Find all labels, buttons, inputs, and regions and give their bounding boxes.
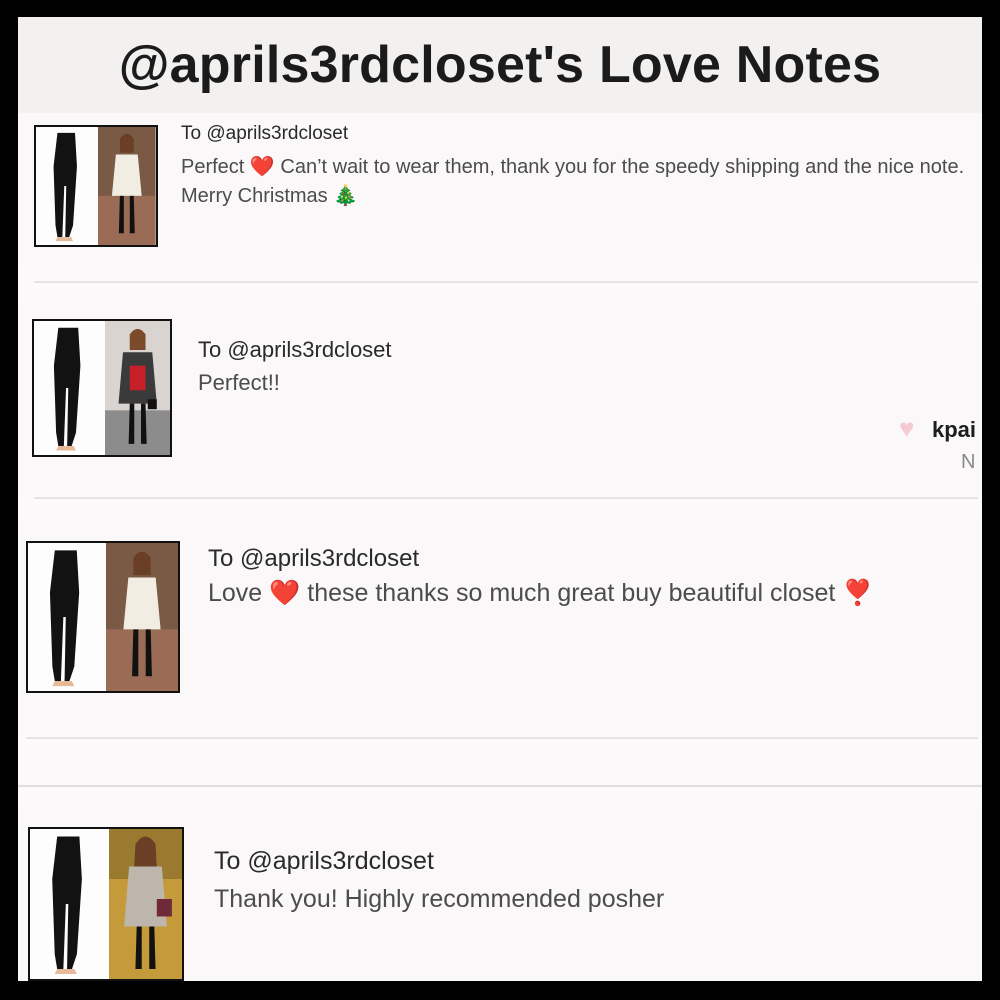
listing-thumbnail[interactable] [26,541,180,693]
page-title: @aprils3rdcloset's Love Notes [118,36,882,94]
red-heart-icon: ❤️ [249,156,275,178]
divider [18,785,982,787]
listing-thumbnail[interactable] [28,827,184,981]
leggings-image [36,127,99,245]
model-photo [106,543,178,691]
listing-thumbnail[interactable] [34,125,158,247]
model-photo [109,829,182,979]
love-note-card[interactable]: To @aprils3rdcloset Perfect!! ♥ kpai N [18,305,982,495]
leggings-image [30,829,110,979]
note-recipient: To @aprils3rdcloset [198,337,392,362]
heart-exclamation-icon: ❣️ [842,579,874,607]
note-message-text: Love [208,579,270,607]
love-note-card[interactable]: To @aprils3rdcloset Thank you! Highly re… [18,807,982,981]
model-photo [104,321,170,455]
divider [26,737,978,739]
divider [34,281,978,283]
red-heart-icon: ❤️ [269,579,301,607]
love-note-card[interactable]: To @aprils3rdcloset Love ❤️ these thanks… [18,525,982,735]
heart-icon: ♥ [899,413,915,443]
sender-subtext: N [961,451,976,473]
divider [34,497,978,499]
note-recipient: To @aprils3rdcloset [214,847,434,875]
listing-thumbnail[interactable] [32,319,172,457]
note-message: Perfect!! [198,370,280,395]
note-message-text: Perfect [181,156,250,178]
note-message: Perfect ❤️ Can’t wait to wear them, than… [181,153,981,211]
screenshot-frame: @aprils3rdcloset's Love Notes To @aprils… [18,17,982,981]
note-recipient: To @aprils3rdcloset [181,123,349,144]
note-message-text: these thanks so much great buy beautiful… [300,579,843,607]
sender-username[interactable]: kpai [932,417,976,443]
note-message: Love ❤️ these thanks so much great buy b… [208,575,978,611]
page-header: @aprils3rdcloset's Love Notes [18,17,982,113]
model-photo [98,127,156,245]
leggings-image [28,543,106,691]
love-note-card[interactable]: To @aprils3rdcloset Perfect ❤️ Can’t wai… [18,113,982,263]
note-message-text: Can’t wait to wear them, thank you for t… [181,156,965,207]
christmas-tree-icon: 🎄 [333,185,359,207]
note-message: Thank you! Highly recommended posher [214,885,665,913]
leggings-image [34,321,105,455]
note-recipient: To @aprils3rdcloset [208,545,420,572]
